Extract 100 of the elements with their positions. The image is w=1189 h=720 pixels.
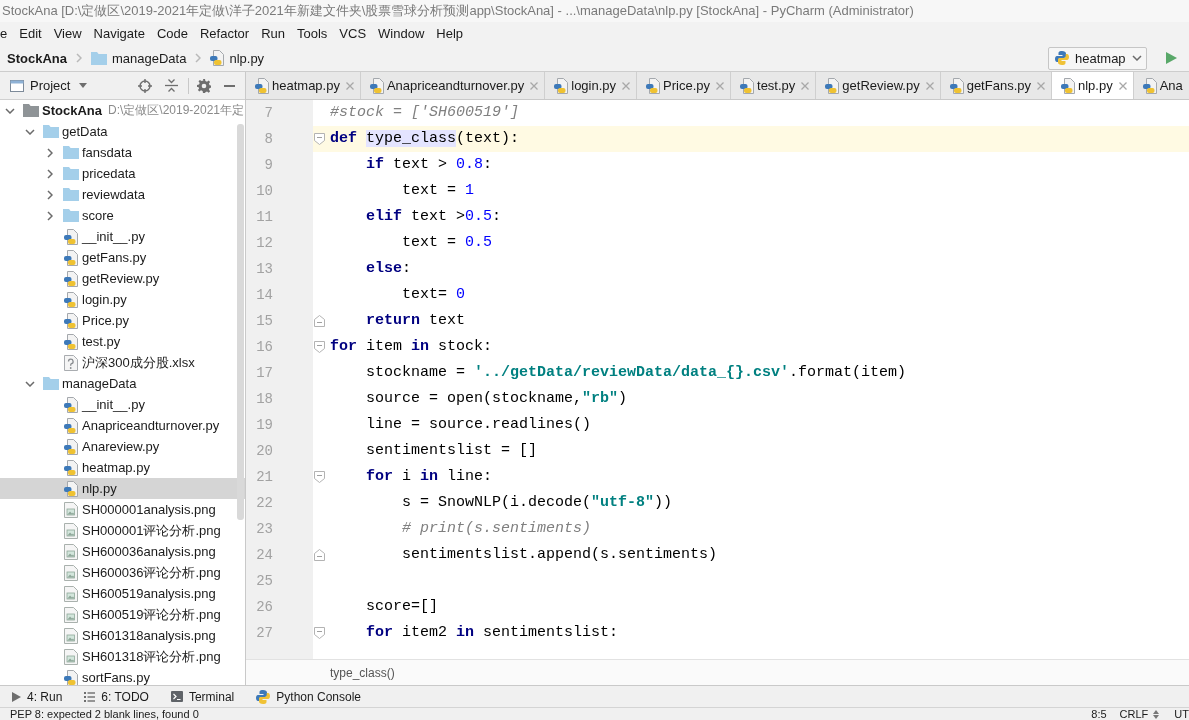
image-file-icon xyxy=(64,606,78,623)
tool-window-title[interactable]: Project xyxy=(30,78,71,93)
close-icon[interactable] xyxy=(925,81,934,90)
scrollbar[interactable] xyxy=(237,124,244,520)
fold-marker-icon[interactable] xyxy=(314,627,325,639)
fold-marker-icon[interactable] xyxy=(314,471,325,483)
tool-window-button[interactable]: 6: TODO xyxy=(73,686,160,707)
tree-item[interactable]: SH600036analysis.png xyxy=(0,541,245,562)
chevron-right-icon[interactable] xyxy=(47,210,53,221)
run-config-dropdown[interactable]: heatmap xyxy=(1048,46,1147,70)
python-file-icon xyxy=(64,249,78,266)
menu-item[interactable]: Edit xyxy=(13,24,48,43)
tool-window-button[interactable]: Python Console xyxy=(245,686,373,707)
crosshair-icon[interactable] xyxy=(138,78,153,93)
menu-item[interactable]: e xyxy=(0,24,14,43)
close-icon[interactable] xyxy=(716,81,725,90)
tree-item[interactable]: test.py xyxy=(0,331,245,352)
chevron-right-icon[interactable] xyxy=(47,147,53,158)
close-icon[interactable] xyxy=(1118,81,1127,90)
python-file-icon xyxy=(64,228,78,245)
tree-item[interactable]: SH600519评论分析.png xyxy=(0,604,245,625)
tree-item[interactable]: getReview.py xyxy=(0,268,245,289)
chevron-down-icon[interactable] xyxy=(5,107,15,114)
tree-item[interactable]: Anareview.py xyxy=(0,436,245,457)
settings-icon[interactable] xyxy=(197,78,212,93)
close-icon[interactable] xyxy=(345,81,354,90)
encoding[interactable]: UT xyxy=(1174,708,1189,720)
tree-item[interactable]: __init__.py xyxy=(0,226,245,247)
tool-window-button[interactable]: Terminal xyxy=(159,686,246,707)
editor-tab[interactable]: Ana xyxy=(1133,72,1189,99)
tree-item[interactable]: __init__.py xyxy=(0,394,245,415)
close-icon[interactable] xyxy=(622,81,631,90)
tool-window-button[interactable]: 4: Run xyxy=(1,686,74,707)
chevron-down-icon[interactable] xyxy=(25,380,35,387)
up-down-arrows-icon[interactable] xyxy=(1153,709,1160,719)
editor-tab[interactable]: Anapriceandturnover.py xyxy=(360,72,546,99)
menu-item[interactable]: Run xyxy=(255,24,291,43)
tree-item[interactable]: reviewdata xyxy=(0,184,245,205)
collapse-all-icon[interactable] xyxy=(165,79,179,92)
tree-item[interactable]: 沪深300成分股.xlsx xyxy=(0,352,245,373)
menu-item[interactable]: View xyxy=(47,24,88,43)
chevron-right-icon[interactable] xyxy=(47,189,53,200)
run-icon[interactable] xyxy=(1166,52,1177,64)
fold-marker-icon[interactable] xyxy=(314,341,325,353)
close-icon[interactable] xyxy=(1037,81,1045,90)
editor-tab[interactable]: test.py xyxy=(731,72,817,99)
tree-item[interactable]: nlp.py xyxy=(0,478,245,499)
menu-item[interactable]: Tools xyxy=(291,24,334,43)
close-icon[interactable] xyxy=(801,81,810,90)
code-line: else: xyxy=(365,259,412,279)
caret-icon[interactable] xyxy=(79,83,88,88)
tree-item[interactable]: SH000001评论分析.png xyxy=(0,520,245,541)
editor-tab[interactable]: getFans.py xyxy=(940,72,1052,99)
file-icon xyxy=(64,354,78,371)
tree-item[interactable]: SH600036评论分析.png xyxy=(0,562,245,583)
line-number: 20 xyxy=(256,443,273,459)
folder-icon xyxy=(63,188,79,201)
tree-item[interactable]: heatmap.py xyxy=(0,457,245,478)
tree-item[interactable]: pricedata xyxy=(0,163,245,184)
editor-tab[interactable]: heatmap.py xyxy=(246,72,361,99)
fold-marker-icon[interactable] xyxy=(314,549,325,561)
breadcrumb-item[interactable]: type_class() xyxy=(330,665,395,680)
breadcrumb-item[interactable]: manageData xyxy=(111,50,187,66)
menu-item[interactable]: Help xyxy=(430,24,470,43)
tree-item[interactable]: getFans.py xyxy=(0,247,245,268)
tree-item[interactable]: fansdata xyxy=(0,142,245,163)
fold-marker-icon[interactable] xyxy=(314,315,325,327)
minimize-icon[interactable] xyxy=(224,84,236,87)
tree-item[interactable]: StockAna D:\定做区\2019-2021年定 xyxy=(0,100,245,121)
tree-item[interactable]: manageData xyxy=(0,373,245,394)
tree-item[interactable]: score xyxy=(0,205,245,226)
line-separator[interactable]: CRLF xyxy=(1119,708,1149,720)
tree-item[interactable]: login.py xyxy=(0,289,245,310)
editor-tab[interactable]: login.py xyxy=(545,72,638,99)
tree-item[interactable]: Price.py xyxy=(0,310,245,331)
tree-item[interactable]: SH000001analysis.png xyxy=(0,499,245,520)
list-icon xyxy=(84,691,96,702)
tree-item[interactable]: SH601318analysis.png xyxy=(0,625,245,646)
tree-item[interactable]: SH601318评论分析.png xyxy=(0,646,245,667)
menu-item[interactable]: Refactor xyxy=(194,24,256,43)
close-icon[interactable] xyxy=(530,81,539,90)
folder-icon xyxy=(63,167,79,180)
editor-tab[interactable]: Price.py xyxy=(637,72,732,99)
menu-item[interactable]: Navigate xyxy=(87,24,151,43)
chevron-right-icon[interactable] xyxy=(47,168,53,179)
menu-item[interactable]: VCS xyxy=(333,24,373,43)
tree-item[interactable]: SH600519analysis.png xyxy=(0,583,245,604)
tree-item[interactable]: Anapriceandturnover.py xyxy=(0,415,245,436)
editor-tab[interactable]: getReview.py xyxy=(816,72,941,99)
tree-item[interactable]: sortFans.py xyxy=(0,667,245,685)
chevron-down-icon[interactable] xyxy=(25,128,35,135)
editor-tab[interactable]: nlp.py xyxy=(1052,72,1134,99)
menu-item[interactable]: Window xyxy=(372,24,431,43)
python-file-icon xyxy=(1061,77,1075,94)
breadcrumb-item[interactable]: StockAna xyxy=(7,50,67,66)
caret-position[interactable]: 8:5 xyxy=(1091,708,1107,720)
menu-item[interactable]: Code xyxy=(150,24,194,43)
breadcrumb-item[interactable]: nlp.py xyxy=(229,50,265,66)
tree-item[interactable]: getData xyxy=(0,121,245,142)
fold-marker-icon[interactable] xyxy=(314,133,325,145)
